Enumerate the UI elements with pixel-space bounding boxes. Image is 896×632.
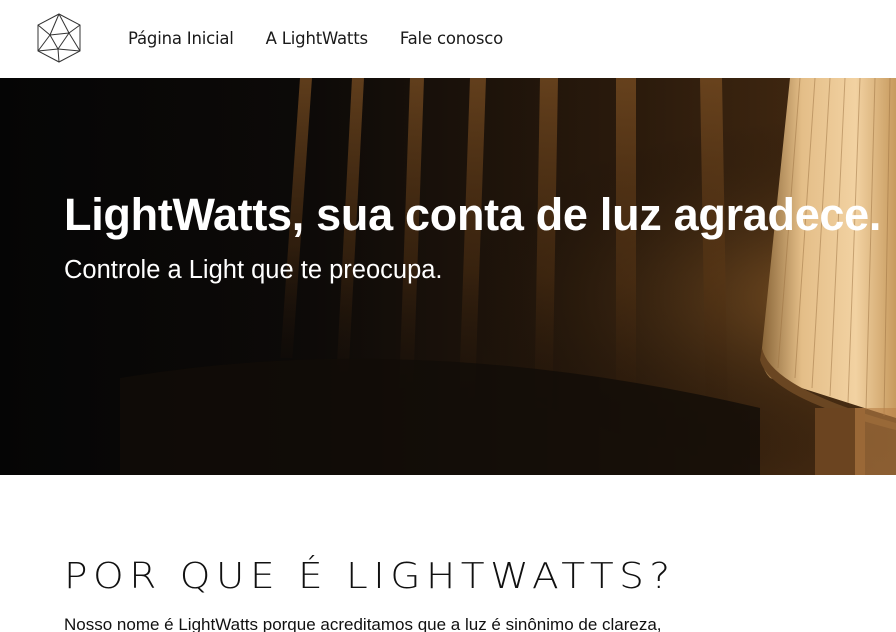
hero-banner: LightWatts, sua conta de luz agradece. C…	[0, 78, 896, 475]
hero-title: LightWatts, sua conta de luz agradece.	[64, 189, 882, 240]
main-nav: Página Inicial A LightWatts Fale conosco	[128, 28, 535, 50]
section-paragraph: Nosso nome é LightWatts porque acreditam…	[64, 615, 662, 632]
logo-icon[interactable]	[36, 13, 82, 63]
nav-link-about[interactable]: A LightWatts	[266, 28, 368, 50]
nav-link-home[interactable]: Página Inicial	[128, 28, 234, 50]
site-header: Página Inicial A LightWatts Fale conosco	[0, 0, 896, 78]
nav-link-contact[interactable]: Fale conosco	[400, 28, 503, 50]
section-heading: POR QUE É LIGHTWATTS?	[64, 555, 676, 598]
hero-subtitle: Controle a Light que te preocupa.	[64, 256, 443, 284]
